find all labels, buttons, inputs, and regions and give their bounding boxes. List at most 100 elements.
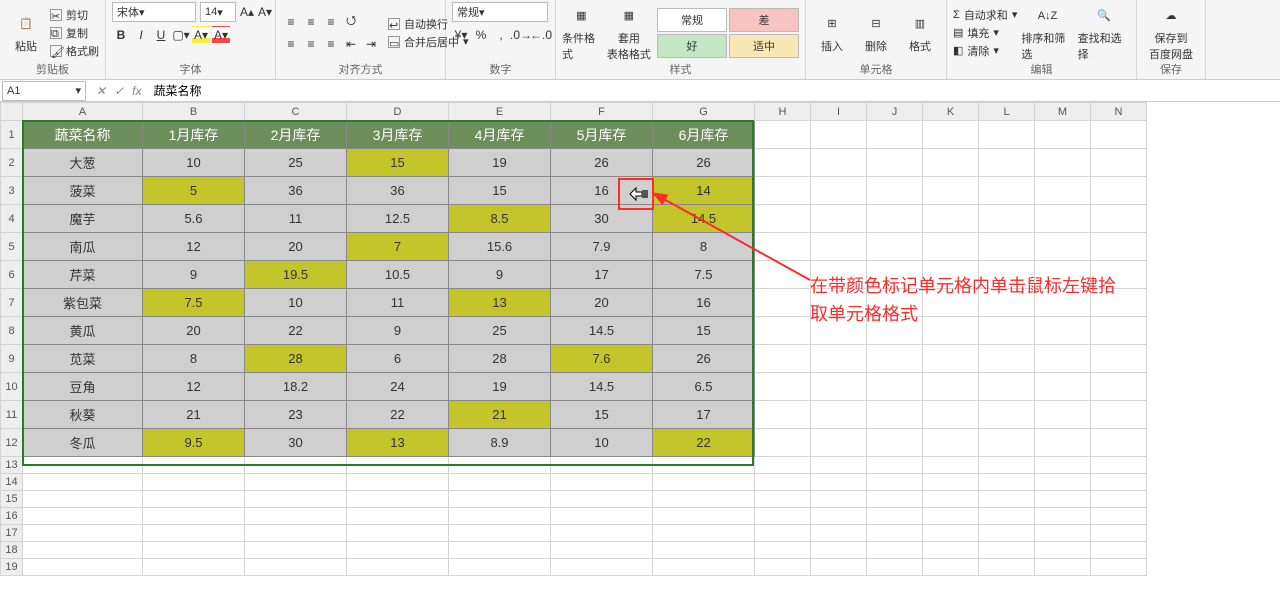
table-cell[interactable]: 19 — [449, 149, 551, 177]
empty-cell[interactable] — [979, 401, 1035, 429]
table-cell[interactable]: 14.5 — [551, 317, 653, 345]
empty-cell[interactable] — [979, 345, 1035, 373]
empty-cell[interactable] — [347, 491, 449, 508]
empty-cell[interactable] — [1091, 149, 1147, 177]
empty-cell[interactable] — [347, 457, 449, 474]
empty-cell[interactable] — [245, 542, 347, 559]
formula-input[interactable] — [149, 84, 1280, 98]
empty-cell[interactable] — [811, 205, 867, 233]
fill-color-button[interactable]: A▾ — [192, 26, 210, 44]
table-cell[interactable]: 12.5 — [347, 205, 449, 233]
row-head-4[interactable]: 4 — [1, 205, 23, 233]
empty-cell[interactable] — [923, 233, 979, 261]
table-cell[interactable]: 5月库存 — [551, 121, 653, 149]
empty-cell[interactable] — [347, 474, 449, 491]
col-head-C[interactable]: C — [245, 103, 347, 121]
table-cell[interactable]: 18.2 — [245, 373, 347, 401]
align-top-icon[interactable]: ≡ — [282, 13, 300, 31]
table-cell[interactable]: 魔芋 — [23, 205, 143, 233]
table-cell[interactable]: 7.6 — [551, 345, 653, 373]
empty-cell[interactable] — [1035, 121, 1091, 149]
table-cell[interactable]: 5 — [143, 177, 245, 205]
table-cell[interactable]: 秋葵 — [23, 401, 143, 429]
empty-cell[interactable] — [811, 345, 867, 373]
empty-cell[interactable] — [1035, 508, 1091, 525]
empty-cell[interactable] — [551, 508, 653, 525]
empty-cell[interactable] — [551, 491, 653, 508]
empty-cell[interactable] — [755, 289, 811, 317]
empty-cell[interactable] — [755, 373, 811, 401]
empty-cell[interactable] — [867, 525, 923, 542]
empty-cell[interactable] — [1035, 542, 1091, 559]
empty-cell[interactable] — [923, 429, 979, 457]
sort-filter-button[interactable]: A↓Z排序和筛选 — [1021, 3, 1073, 63]
format-cells-button[interactable]: ▥格式 — [900, 3, 940, 63]
col-head-N[interactable]: N — [1091, 103, 1147, 121]
empty-cell[interactable] — [551, 525, 653, 542]
col-head-F[interactable]: F — [551, 103, 653, 121]
empty-cell[interactable] — [923, 177, 979, 205]
border-button[interactable]: ▢▾ — [172, 26, 190, 44]
empty-cell[interactable] — [979, 121, 1035, 149]
table-cell[interactable]: 17 — [653, 401, 755, 429]
empty-cell[interactable] — [449, 508, 551, 525]
name-box[interactable]: A1▾ — [2, 81, 86, 101]
empty-cell[interactable] — [1035, 233, 1091, 261]
empty-cell[interactable] — [755, 121, 811, 149]
table-cell[interactable]: 36 — [347, 177, 449, 205]
table-cell[interactable]: 25 — [245, 149, 347, 177]
empty-cell[interactable] — [1091, 429, 1147, 457]
table-cell[interactable]: 芹菜 — [23, 261, 143, 289]
empty-cell[interactable] — [245, 457, 347, 474]
row-head-5[interactable]: 5 — [1, 233, 23, 261]
empty-cell[interactable] — [867, 233, 923, 261]
empty-cell[interactable] — [653, 508, 755, 525]
col-head-D[interactable]: D — [347, 103, 449, 121]
empty-cell[interactable] — [143, 542, 245, 559]
table-cell[interactable]: 蔬菜名称 — [23, 121, 143, 149]
empty-cell[interactable] — [979, 233, 1035, 261]
empty-cell[interactable] — [923, 474, 979, 491]
empty-cell[interactable] — [979, 542, 1035, 559]
col-head-J[interactable]: J — [867, 103, 923, 121]
empty-cell[interactable] — [1091, 542, 1147, 559]
empty-cell[interactable] — [979, 373, 1035, 401]
table-cell[interactable]: 15 — [449, 177, 551, 205]
table-cell[interactable]: 8.9 — [449, 429, 551, 457]
increase-font-icon[interactable]: A▴ — [240, 5, 254, 19]
table-cell[interactable]: 10 — [245, 289, 347, 317]
empty-cell[interactable] — [755, 317, 811, 345]
row-head-2[interactable]: 2 — [1, 149, 23, 177]
empty-cell[interactable] — [755, 429, 811, 457]
empty-cell[interactable] — [923, 149, 979, 177]
table-cell[interactable]: 11 — [245, 205, 347, 233]
table-cell[interactable]: 10 — [143, 149, 245, 177]
row-head-12[interactable]: 12 — [1, 429, 23, 457]
cancel-icon[interactable]: ✕ — [96, 84, 106, 98]
empty-cell[interactable] — [653, 457, 755, 474]
empty-cell[interactable] — [653, 525, 755, 542]
table-cell[interactable]: 冬瓜 — [23, 429, 143, 457]
table-cell[interactable]: 3月库存 — [347, 121, 449, 149]
fx-icon[interactable]: fx — [132, 84, 141, 98]
empty-cell[interactable] — [245, 491, 347, 508]
align-middle-icon[interactable]: ≡ — [302, 13, 320, 31]
table-cell[interactable]: 2月库存 — [245, 121, 347, 149]
empty-cell[interactable] — [811, 401, 867, 429]
table-cell[interactable]: 13 — [449, 289, 551, 317]
empty-cell[interactable] — [449, 559, 551, 576]
empty-cell[interactable] — [23, 491, 143, 508]
col-head-E[interactable]: E — [449, 103, 551, 121]
empty-cell[interactable] — [755, 345, 811, 373]
currency-icon[interactable]: ¥▾ — [452, 26, 470, 44]
empty-cell[interactable] — [755, 401, 811, 429]
empty-cell[interactable] — [449, 491, 551, 508]
col-head-A[interactable]: A — [23, 103, 143, 121]
table-cell[interactable]: 13 — [347, 429, 449, 457]
empty-cell[interactable] — [923, 401, 979, 429]
worksheet-grid[interactable]: ABCDEFGHIJKLMN1蔬菜名称1月库存2月库存3月库存4月库存5月库存6… — [0, 102, 1147, 576]
empty-cell[interactable] — [979, 491, 1035, 508]
table-cell[interactable]: 12 — [143, 233, 245, 261]
table-cell[interactable]: 22 — [347, 401, 449, 429]
table-cell[interactable]: 15 — [551, 401, 653, 429]
